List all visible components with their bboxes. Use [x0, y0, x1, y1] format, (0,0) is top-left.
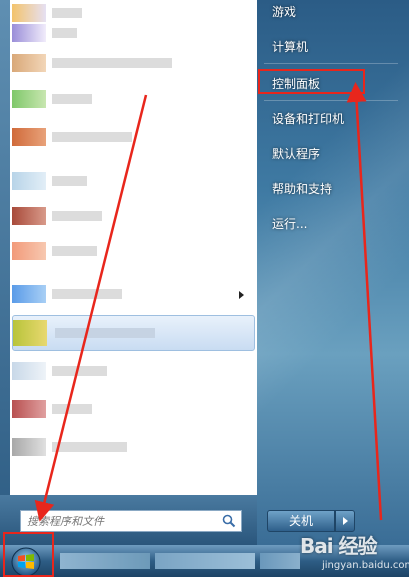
program-icon [13, 320, 47, 346]
program-icon [12, 4, 46, 22]
menu-item-computer[interactable]: 计算机 [272, 38, 308, 55]
list-item[interactable] [12, 126, 212, 148]
menu-item-help-support[interactable]: 帮助和支持 [272, 180, 332, 197]
search-icon[interactable] [222, 514, 236, 528]
menu-item-devices-printers[interactable]: 设备和打印机 [272, 110, 344, 127]
list-item[interactable] [12, 436, 212, 458]
menu-separator [264, 100, 398, 101]
menu-separator [264, 63, 398, 64]
chevron-right-icon[interactable] [239, 291, 244, 299]
program-icon [12, 438, 46, 456]
program-icon [12, 285, 46, 303]
start-button-highlight-box [3, 532, 54, 577]
program-icon [12, 90, 46, 108]
list-item[interactable] [12, 205, 212, 227]
program-list-pane [0, 0, 257, 545]
list-item[interactable] [12, 170, 212, 192]
program-icon [12, 172, 46, 190]
search-input[interactable] [27, 513, 207, 529]
menu-item-games[interactable]: 游戏 [272, 3, 296, 20]
selected-program-row[interactable] [12, 315, 255, 351]
list-item[interactable] [12, 398, 212, 420]
list-item[interactable] [12, 88, 212, 110]
list-item[interactable] [12, 22, 212, 44]
chevron-right-icon [343, 517, 348, 525]
list-item[interactable] [12, 2, 212, 24]
program-icon [12, 54, 46, 72]
program-icon [12, 362, 46, 380]
program-icon [12, 128, 46, 146]
list-item[interactable] [12, 240, 212, 262]
watermark-logo: Bai 经验 [300, 534, 378, 558]
left-frame-edge [0, 0, 10, 545]
program-icon [12, 24, 46, 42]
shutdown-button[interactable]: 关机 [267, 510, 335, 532]
list-item[interactable] [12, 360, 212, 382]
watermark-url: jingyan.baidu.com [322, 560, 409, 571]
menu-item-run[interactable]: 运行... [272, 215, 307, 232]
menu-item-default-programs[interactable]: 默认程序 [272, 145, 320, 162]
program-icon [12, 207, 46, 225]
control-panel-highlight-box [258, 69, 365, 94]
program-icon [12, 242, 46, 260]
list-item[interactable] [12, 283, 212, 305]
list-item[interactable] [12, 52, 212, 74]
taskbar-item[interactable] [155, 553, 255, 569]
taskbar-item[interactable] [60, 553, 150, 569]
program-icon [12, 400, 46, 418]
taskbar-item[interactable] [260, 553, 300, 569]
search-box[interactable] [20, 510, 242, 532]
shutdown-options-button[interactable] [335, 510, 355, 532]
